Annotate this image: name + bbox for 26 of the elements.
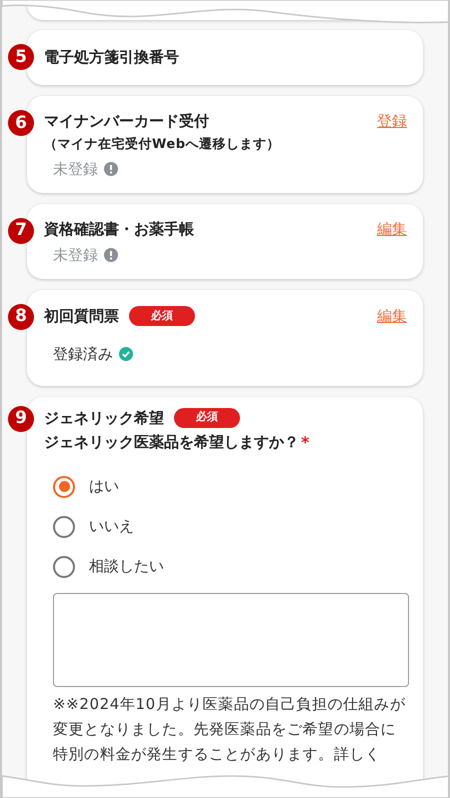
radio-option[interactable]: いいえ [53,514,407,538]
section-title: マイナンバーカード受付 [44,111,209,132]
text-area-field[interactable] [53,592,409,686]
question-text: ジェネリック医薬品を希望しますか？ [44,432,299,454]
step-number: 6 [8,110,34,136]
section-title: 資格確認書・お薬手帳 [44,218,194,240]
section-title: 電子処方箋引換番号 [44,47,179,68]
section-subtitle: （マイナ在宅受付Webへ遷移します） [44,136,281,154]
exclamation-icon [104,162,118,176]
step-number: 9 [8,406,34,432]
status-text: 登録済み [53,344,113,365]
exclamation-icon [104,248,118,262]
required-badge: 必須 [129,306,195,326]
radio-option[interactable]: はい [53,474,407,498]
step-number: 5 [8,44,34,70]
step-number: 8 [8,304,34,330]
required-badge: 必須 [174,408,240,428]
step-number: 7 [8,218,34,244]
radio-option[interactable]: 相談したい [53,554,407,578]
required-mark: * [301,432,310,454]
section-title: 初回質問票 [44,306,119,327]
status-text: 未登録 [53,159,98,180]
status-text: 未登録 [53,245,98,266]
notice-text: ※※2024年10月より医薬品の自己負担の仕組みが変更となりました。先発医薬品をご希望の場合に特別の料金が発生することがあります。詳しく [53,694,406,764]
check-icon [119,347,133,362]
section-title: ジェネリック希望 [44,408,164,428]
